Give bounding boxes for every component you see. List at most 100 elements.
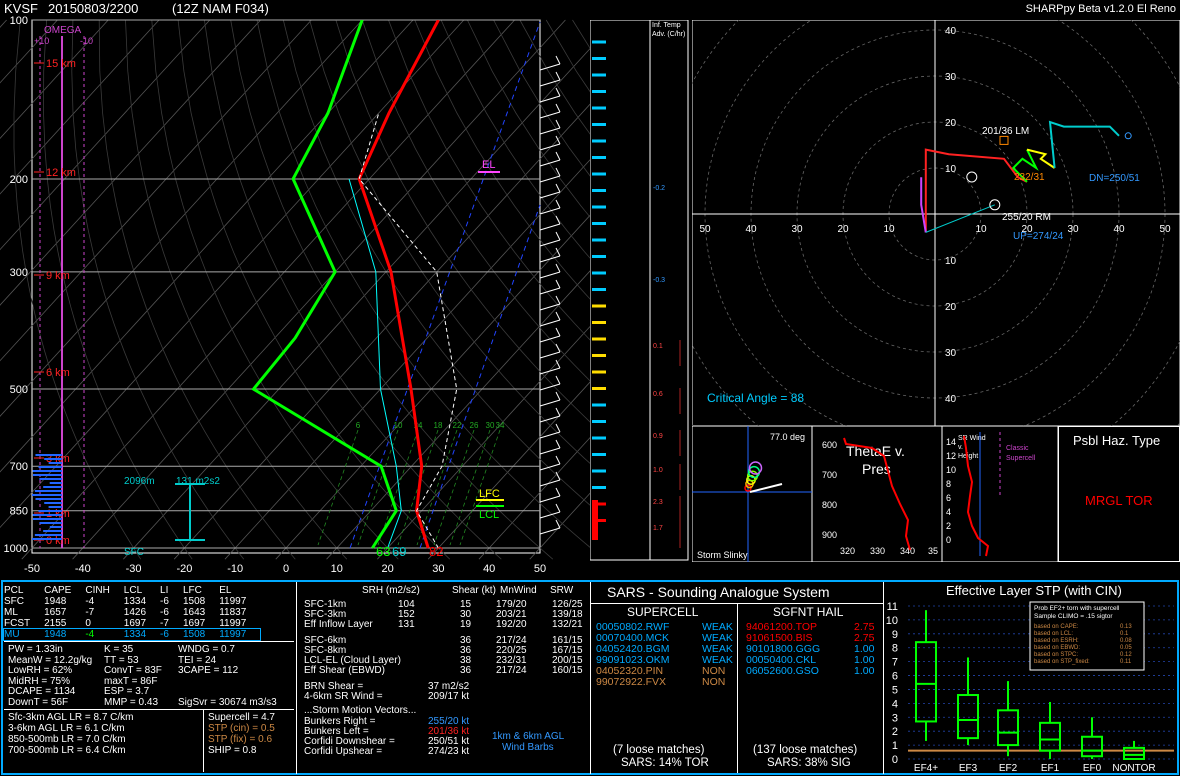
parcel-cell: 0 — [85, 618, 91, 629]
parcel-cell: -6 — [160, 607, 169, 618]
hail-title: SGFNT HAIL — [773, 605, 844, 619]
parcel-cell: 11997 — [219, 618, 247, 629]
dry-adiabat — [43, 19, 193, 560]
dn-marker — [1124, 132, 1132, 140]
wind-barb-flag — [555, 439, 561, 449]
stp-category: NONTOR — [1112, 763, 1155, 774]
hodograph-x-tick: 30 — [791, 224, 803, 235]
omega-tick: +10 — [34, 36, 49, 46]
mean-wind-label: 232/31 — [1014, 172, 1045, 183]
classic-label: Supercell — [1006, 455, 1036, 462]
wind-barb-flag — [555, 311, 561, 321]
wind-barb-flag — [555, 391, 561, 401]
wind-barb-flag — [555, 183, 561, 193]
hazard-panel: Psbl Haz. Type MRGL TOR — [1058, 426, 1180, 562]
hazard-value: MRGL TOR — [1085, 493, 1153, 508]
sars-match-row: 06052600.GSO 1.00 — [746, 666, 874, 677]
advection-panel: -0.2 -0.3 0.1 0.6 0.9 1.0 2.3 1.7 — [590, 20, 689, 561]
parcel-cell: 1657 — [44, 607, 67, 618]
omega-label: OMEGA — [44, 25, 82, 36]
divider — [4, 641, 294, 642]
hodograph-ring-label: 10 — [945, 164, 957, 175]
sfc-label: SFC — [124, 547, 144, 558]
wind-barb-flag — [555, 375, 561, 385]
stp-y-tick: 7 — [892, 657, 898, 669]
parcel-row: SFC 1948 -4 1334 -6 1508 11997 — [4, 596, 260, 607]
sars-match-id: 06052600.GSO — [746, 665, 819, 677]
parcel-cell: 1697 — [182, 618, 206, 629]
parcel-header: EL — [219, 585, 232, 596]
parcel-header: CAPE — [44, 585, 72, 596]
supercell-composite: Supercell = 4.7 — [208, 712, 275, 723]
mixing-ratio-label: 22 — [453, 421, 462, 430]
wind-barb-flag — [555, 55, 561, 65]
stp-category: EF1 — [1041, 763, 1060, 774]
index-value: DownT = 56F — [8, 696, 69, 708]
hail-matches: (137 loose matches) — [753, 744, 858, 756]
isotherm — [0, 19, 7, 28]
parcel-row: MU 1948 -4 1334 -6 1508 11997 — [2, 628, 262, 641]
pressure-tick-label: 850 — [10, 506, 28, 518]
parcel-cell: 1697 — [123, 618, 147, 629]
sars-match-row: 99072922.FVX NON — [596, 677, 733, 688]
mixing-ratio-label: 26 — [470, 421, 479, 430]
mixing-ratio-label: 10 — [394, 421, 403, 430]
pressure-tick-label: 100 — [10, 15, 28, 27]
parcel-table: PCL CAPE CINH LCL LI LFC EL SFC 1948 -4 1334 -6 1508… — [2, 585, 294, 641]
stp-legend-title: Prob EF2+ torn with supercell — [1034, 605, 1120, 612]
parcel-row: FCST 2155 0 1697 -7 1697 11997 — [4, 618, 260, 629]
wind-barb-flag — [555, 503, 561, 513]
advection-value: 0.6 — [653, 391, 663, 398]
stp-legend-label: based on STP_fixed: — [1034, 659, 1090, 665]
wind-barb — [539, 95, 561, 103]
stp-category: EF3 — [959, 763, 978, 774]
srwind-y-tick: 14 — [946, 437, 956, 447]
mixing-ratio-label: 34 — [496, 421, 505, 430]
kinematics-srw: 132/21 — [552, 619, 583, 630]
wind-barb-flag — [555, 279, 561, 289]
thetae-x-tick: 340 — [900, 546, 915, 556]
composites: Supercell = 4.7 STP (cin) = 0.5 STP (fix… — [208, 712, 275, 756]
wind-barbs-label: Wind Barbs — [502, 742, 554, 753]
pressure-tick-label: 500 — [10, 384, 28, 396]
stp-cin: STP (cin) = 0.5 — [208, 723, 275, 734]
wind-barb-flag — [555, 487, 561, 497]
sars-match-value: 1.00 — [854, 665, 875, 677]
stp-y-tick: 9 — [892, 629, 898, 641]
height-label: 15 km — [46, 58, 76, 70]
hodograph-x-tick: 40 — [1113, 224, 1125, 235]
stp-y-tick: 1 — [892, 740, 898, 752]
pressure-tick-label: 1000 — [4, 543, 28, 555]
wind-barb — [539, 287, 561, 295]
hodograph-ring-label: 40 — [945, 394, 957, 405]
advection-title-1: Inf. Temp — [652, 22, 681, 29]
wind-barb — [539, 495, 561, 503]
srwind-y-tick: 2 — [946, 521, 951, 531]
stp-y-tick: 10 — [886, 615, 898, 627]
height-label: 9 km — [46, 270, 70, 282]
advection-value: 0.1 — [653, 343, 663, 350]
stp-box — [915, 641, 937, 723]
wind-barb-flag — [555, 263, 561, 273]
index-value: PW = 1.33in — [8, 644, 63, 655]
temperature-profile — [357, 20, 440, 549]
parcel-cell: 1508 — [182, 629, 206, 640]
wind-barb — [539, 223, 561, 231]
stp-category: EF0 — [1083, 763, 1102, 774]
parcel-header-row: PCL CAPE CINH LCL LI LFC EL — [4, 585, 260, 596]
stp-box — [1039, 721, 1061, 752]
eff-inflow-depth: 2096m — [124, 476, 155, 487]
stp-y-tick: 8 — [892, 643, 898, 655]
parcel-cell: -4 — [85, 629, 95, 640]
advection-value: 2.3 — [653, 499, 663, 506]
index-value — [178, 677, 277, 688]
stp-y-tick: 0 — [892, 754, 898, 766]
rm-label: 255/20 RM — [1002, 212, 1051, 223]
el-label: EL — [482, 159, 495, 171]
mixing-ratio-label: 30 — [486, 421, 495, 430]
stp-legend-label: based on STPC: — [1034, 652, 1078, 658]
advection-value: -0.3 — [653, 277, 665, 284]
temp-tick-label: 40 — [483, 563, 495, 575]
eff-inflow-srh: 131 m2s2 — [176, 476, 220, 487]
stp-legend-label: based on ESRH: — [1034, 638, 1079, 644]
